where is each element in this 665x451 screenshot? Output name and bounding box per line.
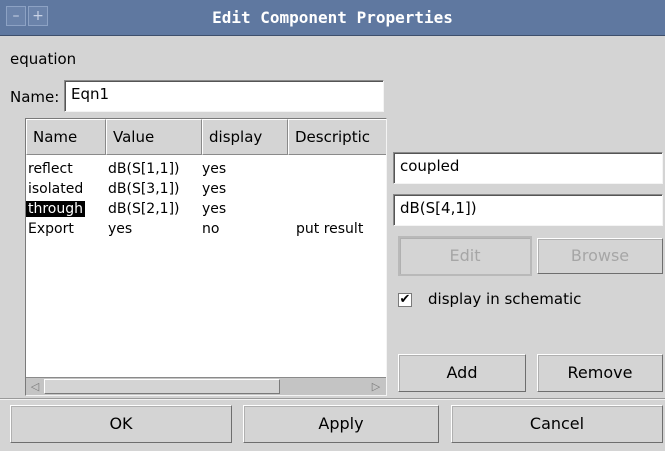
window-title: Edit Component Properties [212, 8, 453, 27]
scrollbar-thumb[interactable] [44, 379, 280, 394]
row-description-cell: put result [296, 221, 364, 237]
property-value-field[interactable]: dB(S[4,1]) [393, 194, 663, 226]
remove-button[interactable]: Remove [537, 354, 663, 392]
horizontal-scrollbar[interactable]: ◁ ▷ [26, 377, 386, 395]
column-header-name[interactable]: Name [26, 119, 106, 155]
separator [0, 398, 665, 400]
row-value-cell: dB(S[1,1]) [108, 161, 180, 177]
column-header-value[interactable]: Value [106, 119, 202, 155]
name-label: Name: [10, 88, 60, 106]
scroll-left-icon[interactable]: ◁ [27, 379, 43, 394]
title-bar[interactable]: – + Edit Component Properties [0, 0, 665, 36]
row-display-cell: yes [202, 181, 227, 197]
name-field[interactable]: Eqn1 [64, 80, 384, 112]
row-value-cell: dB(S[2,1]) [108, 201, 180, 217]
row-value-cell: yes [108, 221, 133, 237]
row-value-cell: dB(S[3,1]) [108, 181, 180, 197]
row-name-cell: isolated [28, 181, 84, 197]
row-display-cell: no [202, 221, 220, 237]
column-header-description[interactable]: Descriptic [288, 119, 386, 155]
display-in-schematic-label: display in schematic [428, 290, 582, 308]
component-type-label: equation [10, 50, 77, 68]
add-button[interactable]: Add [398, 354, 526, 392]
ok-button[interactable]: OK [10, 405, 232, 443]
display-in-schematic-checkbox[interactable]: ✔ [398, 293, 412, 307]
checkmark-icon: ✔ [399, 292, 411, 307]
row-name-cell: reflect [28, 161, 73, 177]
row-display-cell: yes [202, 201, 227, 217]
cancel-button[interactable]: Cancel [451, 405, 663, 443]
property-name-field[interactable]: coupled [393, 152, 663, 184]
edit-button[interactable]: Edit [398, 236, 532, 276]
apply-button[interactable]: Apply [243, 405, 439, 443]
column-header-display[interactable]: display [202, 119, 288, 155]
properties-table[interactable]: Name Value display Descriptic reflect dB… [25, 118, 387, 396]
browse-button[interactable]: Browse [537, 238, 663, 274]
row-name-cell: through [26, 201, 86, 217]
row-display-cell: yes [202, 161, 227, 177]
edit-component-properties-dialog: – + Edit Component Properties equation N… [0, 0, 665, 451]
scroll-right-icon[interactable]: ▷ [368, 379, 384, 394]
row-name-cell: Export [28, 221, 74, 237]
